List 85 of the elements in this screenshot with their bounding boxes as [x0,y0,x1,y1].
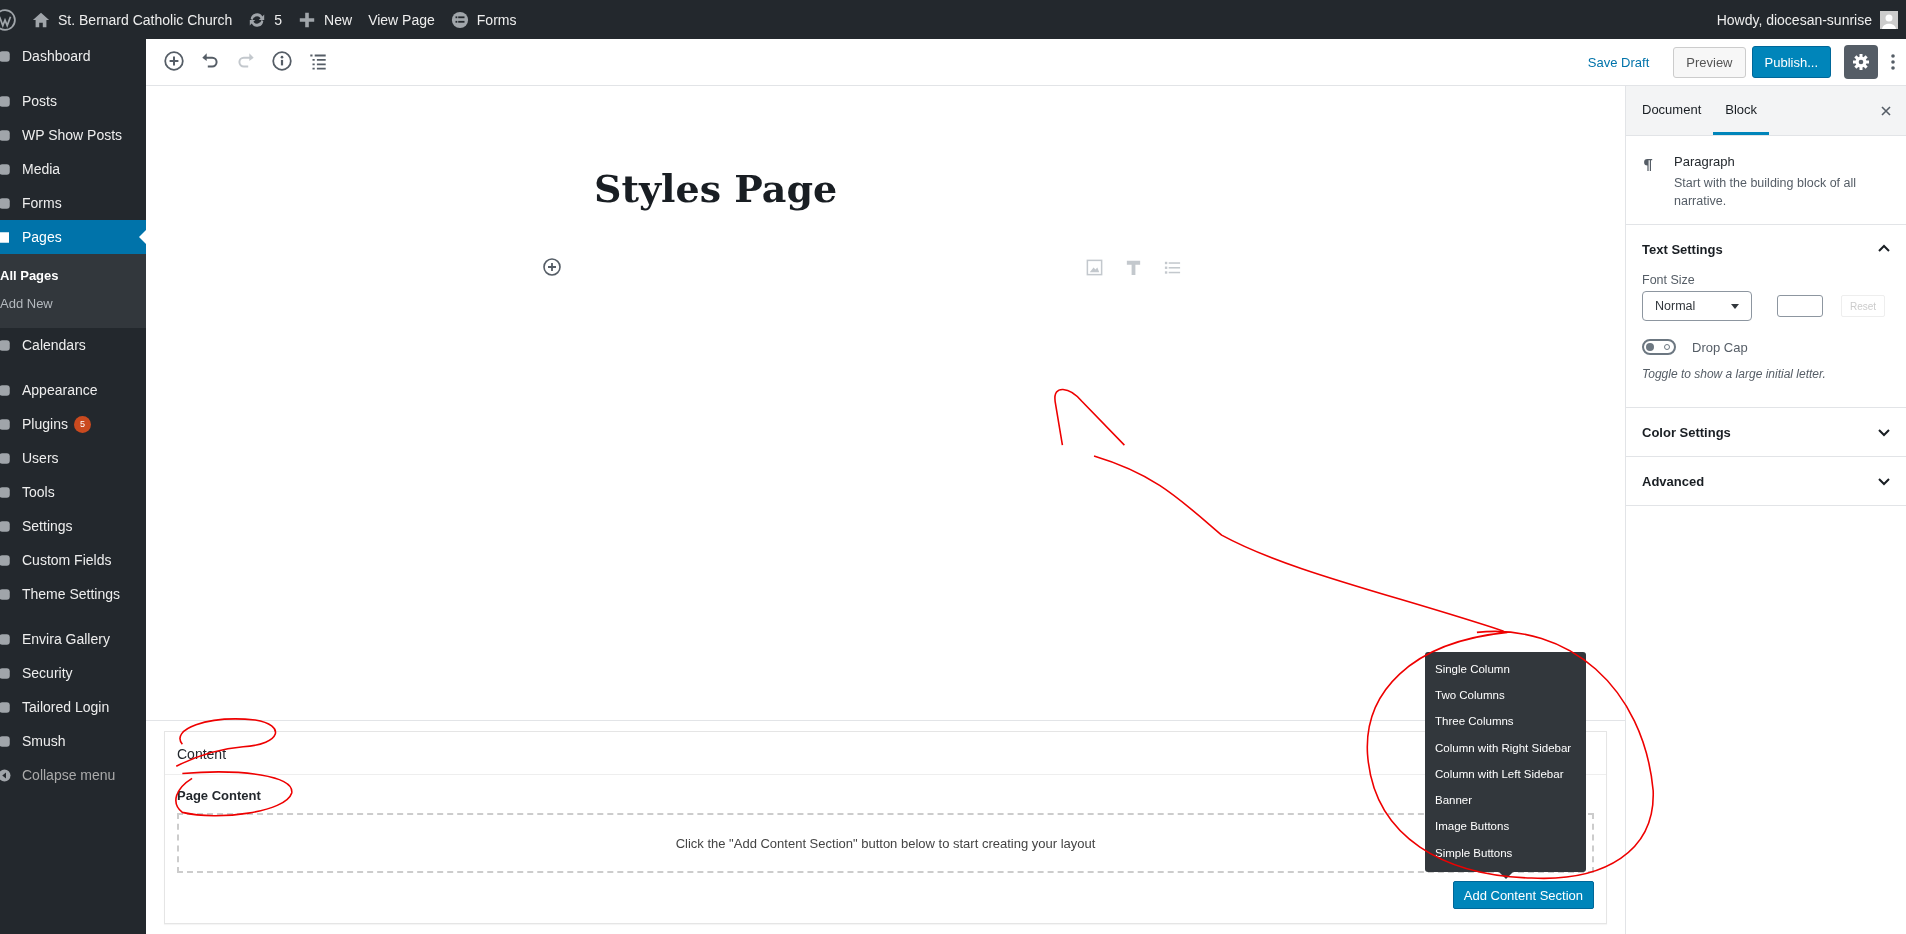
menu-icon [0,518,12,534]
menu-icon [0,450,12,466]
updates-link[interactable]: 5 [248,10,283,29]
sidebar-item[interactable]: Forms [0,186,146,220]
refresh-icon [248,10,267,29]
preview-button[interactable]: Preview [1673,46,1746,78]
gear-icon [1851,52,1871,72]
menu-icon [0,416,12,432]
sidebar-item[interactable]: Collapse menu [0,758,146,792]
forms-link[interactable]: Forms [450,10,517,29]
list-icon [450,10,469,29]
menu-icon [0,484,12,500]
submenu-item[interactable]: All Pages [0,262,146,290]
sidebar-item[interactable]: Envira Gallery [0,622,146,656]
font-size-label: Font Size [1642,273,1696,287]
site-link[interactable]: St. Bernard Catholic Church [32,10,233,29]
plus-icon [298,10,317,29]
menu-icon [0,552,12,568]
home-icon [32,10,50,29]
panel-tab[interactable]: Document [1630,86,1714,135]
empty-message: Click the "Add Content Section" button below to start creating your layout [675,835,1096,851]
sidebar-item[interactable]: Dashboard [0,39,146,73]
submenu-item[interactable]: Add New [0,290,146,318]
menu-icon [0,127,12,143]
layout-option[interactable]: Three Columns [1425,708,1586,735]
font-size-select[interactable]: Normal [1642,291,1752,321]
sidebar-item[interactable]: Smush [0,724,146,758]
count-badge: 5 [73,415,91,433]
sidebar-item[interactable]: Settings [0,509,146,543]
view-page-link[interactable]: View Page [368,11,435,28]
help-text: Toggle to show a large initial letter. [1642,367,1827,381]
menu-icon [0,382,12,398]
menu-icon [0,48,12,64]
account-link[interactable]: Howdy, diocesan-sunrise [1716,11,1872,28]
sidebar-item[interactable]: Custom Fields [0,543,146,577]
layout-option[interactable]: Simple Buttons [1425,839,1586,866]
menu-icon [0,586,12,602]
more-options-icon[interactable] [1890,52,1896,72]
add-section-button[interactable]: Add Content Section [1452,881,1594,909]
sidebar-item[interactable]: Calendars [0,328,146,362]
sidebar-item[interactable]: Theme Settings [0,577,146,611]
menu-icon [0,631,12,647]
drop-cap-label: Drop Cap [1692,339,1748,355]
field-label: Page Content [177,788,261,803]
menu-icon [0,195,12,211]
sidebar-item[interactable]: Tools [0,475,146,509]
sidebar-item[interactable]: Users [0,441,146,475]
add-block-button[interactable] [162,50,186,74]
wordpress-logo-icon[interactable] [0,8,16,31]
menu-icon [0,161,12,177]
menu-icon [0,733,12,749]
settings-button[interactable] [1844,45,1878,79]
layout-option[interactable]: Two Columns [1425,681,1586,709]
post-title[interactable]: Styles Page [594,166,1194,211]
menu-icon [0,665,12,681]
menu-icon [0,699,12,715]
layout-option[interactable]: Image Buttons [1425,813,1586,840]
menu-icon [0,93,12,109]
sidebar-item[interactable]: Media [0,152,146,186]
sidebar-item[interactable]: WP Show Posts [0,118,146,152]
publish-button[interactable]: Publish... [1751,46,1831,78]
new-link[interactable]: New [298,10,353,29]
layout-option[interactable]: Single Column [1425,655,1586,682]
info-button[interactable] [270,50,294,74]
save-draft-link[interactable]: Save Draft [1587,54,1650,70]
drop-cap-toggle[interactable] [1642,339,1676,355]
avatar-icon[interactable] [1880,10,1898,29]
block-description: Start with the building block of all narrative. [1674,175,1858,210]
sidebar-item[interactable]: Security [0,656,146,690]
current-pointer [139,230,146,244]
block-name: Paragraph [1674,154,1736,169]
paragraph-icon [1642,156,1654,174]
layout-option[interactable]: Banner [1425,787,1586,814]
sidebar-item[interactable]: Tailored Login [0,690,146,724]
font-size-input[interactable] [1777,295,1823,317]
add-block-icon[interactable] [542,257,562,277]
panel-tab[interactable]: Block [1713,86,1770,135]
menu-icon [0,337,12,353]
sidebar-item[interactable]: Posts [0,84,146,118]
sidebar-item[interactable]: Pages [0,220,146,254]
sidebar-item[interactable]: Plugins 5 [0,407,146,441]
page-icon [0,229,12,245]
layout-option[interactable]: Column with Left Sidebar [1425,760,1586,788]
sidebar-item[interactable]: Appearance [0,373,146,407]
layout-option[interactable]: Column with Right Sidebar [1425,734,1586,761]
